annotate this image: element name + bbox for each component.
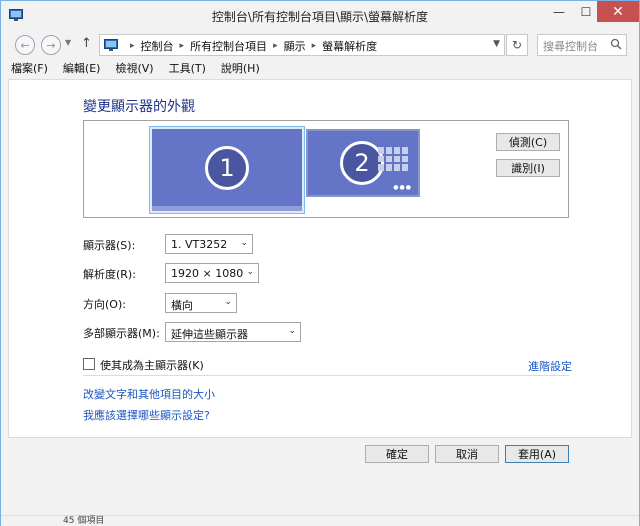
breadcrumb: ▸ 控制台 ▸ 所有控制台項目 ▸ 顯示 ▸ 螢幕解析度 <box>124 38 377 54</box>
cancel-button[interactable]: 取消 <box>435 445 499 463</box>
monitor-1-taskbar <box>152 206 302 211</box>
display-settings-window: 控制台\所有控制台項目\顯示\螢幕解析度 — ☐ ✕ ← → ▼ ↑ ▸ 控制台… <box>0 0 640 526</box>
display-settings-help-link[interactable]: 我應該選擇哪些顯示設定? <box>83 407 210 423</box>
title-bar: 控制台\所有控制台項目\顯示\螢幕解析度 — ☐ ✕ <box>1 1 639 31</box>
menu-file[interactable]: 檔案(F) <box>11 59 48 79</box>
display-select-value: 1. VT3252 <box>171 238 228 251</box>
ok-button[interactable]: 確定 <box>365 445 429 463</box>
advanced-settings-link[interactable]: 進階設定 <box>528 358 572 374</box>
monitor-arrangement-area: 1 2 ●●● 偵測(C) 識別(I) <box>83 120 569 218</box>
search-input[interactable]: 搜尋控制台 <box>537 34 627 56</box>
monitor-2-dots: ●●● <box>393 184 412 191</box>
forward-button[interactable]: → <box>41 35 61 55</box>
chevron-down-icon: ⌄ <box>246 267 254 277</box>
page-title: 變更顯示器的外觀 <box>83 99 195 115</box>
breadcrumb-display[interactable]: 顯示 <box>284 38 306 54</box>
breadcrumb-separator[interactable]: ▸ <box>312 41 317 51</box>
address-bar[interactable]: ▸ 控制台 ▸ 所有控制台項目 ▸ 顯示 ▸ 螢幕解析度 ▼ <box>99 34 505 56</box>
text-size-link[interactable]: 改變文字和其他項目的大小 <box>83 386 215 402</box>
start-screen-tiles-icon <box>378 147 408 171</box>
maximize-button[interactable]: ☐ <box>573 1 599 22</box>
control-panel-icon <box>104 39 118 51</box>
status-bar: 45 個項目 <box>1 515 639 526</box>
menu-bar: 檔案(F) 編輯(E) 檢視(V) 工具(T) 說明(H) <box>1 59 639 79</box>
resolution-select[interactable]: 1920 × 1080 ⌄ <box>165 263 259 283</box>
settings-panel: 變更顯示器的外觀 1 2 ●●● 偵測(C) 識別(I) 顯示器(S): 1. … <box>8 79 632 438</box>
chevron-down-icon: ⌄ <box>288 326 296 336</box>
address-bar-row: ← → ▼ ↑ ▸ 控制台 ▸ 所有控制台項目 ▸ 顯示 ▸ 螢幕解析度 ▼ ↻ <box>1 31 639 59</box>
orientation-label: 方向(O): <box>83 298 126 311</box>
monitor-2-preview[interactable]: 2 ●●● <box>306 129 420 197</box>
multiple-displays-select-value: 延伸這些顯示器 <box>171 328 248 341</box>
window-title: 控制台\所有控制台項目\顯示\螢幕解析度 <box>211 10 429 24</box>
breadcrumb-separator[interactable]: ▸ <box>273 41 278 51</box>
display-label: 顯示器(S): <box>83 239 136 252</box>
chevron-down-icon: ⌄ <box>224 297 232 307</box>
menu-edit[interactable]: 編輯(E) <box>63 59 101 79</box>
minimize-button[interactable]: — <box>545 1 573 22</box>
search-placeholder: 搜尋控制台 <box>543 40 598 53</box>
breadcrumb-all-items[interactable]: 所有控制台項目 <box>190 38 267 54</box>
resolution-label: 解析度(R): <box>83 268 136 281</box>
display-select[interactable]: 1. VT3252 ⌄ <box>165 234 253 254</box>
breadcrumb-separator: ▸ <box>130 41 135 51</box>
monitor-1-preview[interactable]: 1 <box>152 129 302 211</box>
resolution-select-value: 1920 × 1080 <box>171 267 244 280</box>
identify-button[interactable]: 識別(I) <box>496 159 560 177</box>
menu-help[interactable]: 說明(H) <box>221 59 260 79</box>
recent-locations-chevron-icon[interactable]: ▼ <box>65 38 71 47</box>
multiple-displays-select[interactable]: 延伸這些顯示器 ⌄ <box>165 322 301 342</box>
detect-button[interactable]: 偵測(C) <box>496 133 560 151</box>
main-display-checkbox[interactable] <box>83 358 95 370</box>
main-display-checkbox-label[interactable]: 使其成為主顯示器(K) <box>100 357 204 373</box>
menu-tools[interactable]: 工具(T) <box>169 59 206 79</box>
search-icon[interactable] <box>610 38 622 50</box>
divider <box>83 375 569 376</box>
up-button[interactable]: ↑ <box>81 36 92 51</box>
status-item-count: 45 個項目 <box>63 516 105 526</box>
close-button[interactable]: ✕ <box>597 1 639 22</box>
chevron-down-icon: ⌄ <box>240 238 248 248</box>
refresh-button[interactable]: ↻ <box>506 34 528 56</box>
multiple-displays-label: 多部顯示器(M): <box>83 327 160 340</box>
address-dropdown-chevron-icon[interactable]: ▼ <box>493 39 500 49</box>
menu-view[interactable]: 檢視(V) <box>115 59 153 79</box>
orientation-select[interactable]: 橫向 ⌄ <box>165 293 237 313</box>
breadcrumb-separator[interactable]: ▸ <box>180 41 185 51</box>
breadcrumb-control-panel[interactable]: 控制台 <box>141 38 174 54</box>
apply-button[interactable]: 套用(A) <box>505 445 569 463</box>
breadcrumb-screen-resolution[interactable]: 螢幕解析度 <box>322 38 377 54</box>
back-button[interactable]: ← <box>15 35 35 55</box>
monitor-1-number: 1 <box>205 146 249 190</box>
orientation-select-value: 橫向 <box>171 299 193 312</box>
